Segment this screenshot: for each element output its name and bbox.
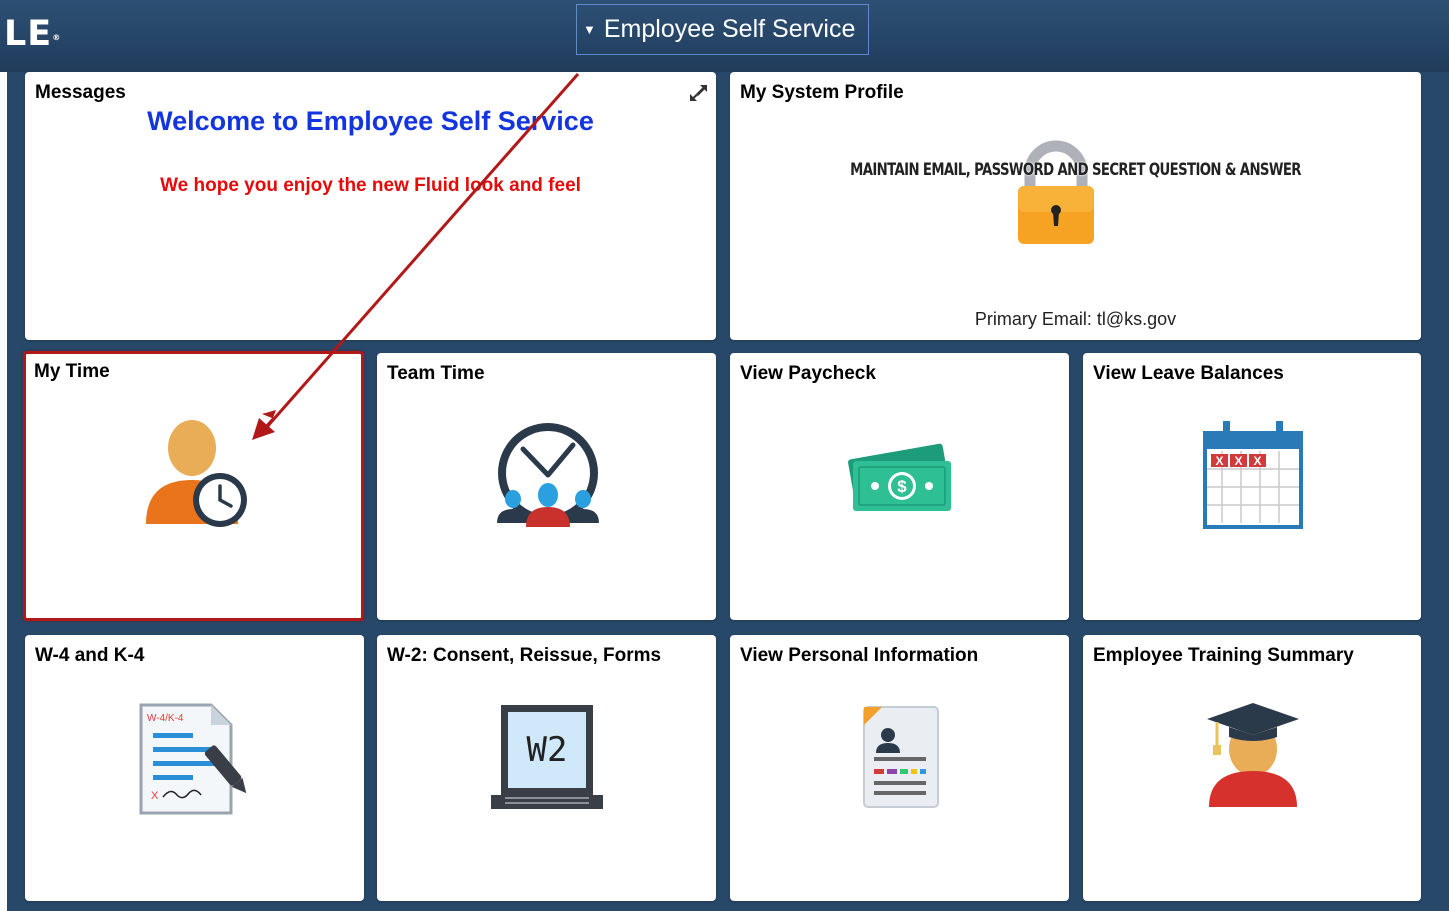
tile-title: Team Time [387,363,485,384]
personal-info-tile[interactable]: View Personal Information [730,635,1069,901]
my-time-tile[interactable]: My Time [23,351,364,621]
tile-title: View Paycheck [740,363,876,384]
tile-title: Messages [35,82,126,103]
messages-tile[interactable]: Messages Welcome to Employee Self Servic… [25,72,716,340]
header-bar: LE® ▼ Employee Self Service [0,0,1449,72]
calendar-mark: X [1215,454,1223,468]
system-profile-tile[interactable]: My System Profile MAINTAIN EMAIL, PASSWO… [730,72,1421,340]
homepage-title: Employee Self Service [603,15,856,43]
view-paycheck-tile[interactable]: View Paycheck $ [730,353,1069,620]
team-clock-icon [497,423,599,527]
team-time-tile[interactable]: Team Time [377,353,716,620]
screen-label: W2 [527,730,568,770]
person-clock-icon [146,420,247,527]
svg-text:$: $ [897,477,907,496]
sign-mark: X [151,790,159,802]
tile-grid: Messages Welcome to Employee Self Servic… [0,72,1449,911]
money-icon: $ [848,443,951,511]
tax-form-pen-icon: W-4/K-4 X [139,703,247,815]
w2-tile[interactable]: W-2: Consent, Reissue, Forms W2 [377,635,716,901]
graduate-icon [1207,703,1299,807]
tile-title: View Personal Information [740,645,979,666]
homepage-selector[interactable]: ▼ Employee Self Service [576,4,869,55]
training-summary-tile[interactable]: Employee Training Summary [1083,635,1421,901]
tile-title: View Leave Balances [1093,363,1284,384]
calendar-mark: X [1234,454,1242,468]
tile-title: W-2: Consent, Reissue, Forms [387,645,662,666]
caret-down-icon: ▼ [583,22,596,37]
w4-k4-tile[interactable]: W-4 and K-4 W-4/K-4 X [25,635,364,901]
laptop-w2-icon: W2 [491,705,603,809]
tile-title: Employee Training Summary [1093,645,1354,666]
view-leave-balances-tile[interactable]: View Leave Balances X XX [1083,353,1421,620]
form-label: W-4/K-4 [147,713,184,724]
tile-title: My System Profile [740,82,904,103]
oracle-logo: LE® [4,14,62,54]
profile-banner: MAINTAIN EMAIL, PASSWORD AND SECRET QUES… [850,160,1301,180]
welcome-subtext: We hope you enjoy the new Fluid look and… [160,175,581,196]
expand-icon[interactable] [688,82,710,104]
calendar-mark: X [1253,454,1261,468]
tile-title: W-4 and K-4 [35,645,145,666]
tile-title: My Time [34,361,110,382]
calendar-icon: X XX [1203,421,1303,529]
padlock-icon [1018,140,1094,244]
welcome-heading: Welcome to Employee Self Service [147,106,594,136]
id-card-icon [863,706,939,808]
primary-email: Primary Email: tl@ks.gov [974,309,1177,329]
